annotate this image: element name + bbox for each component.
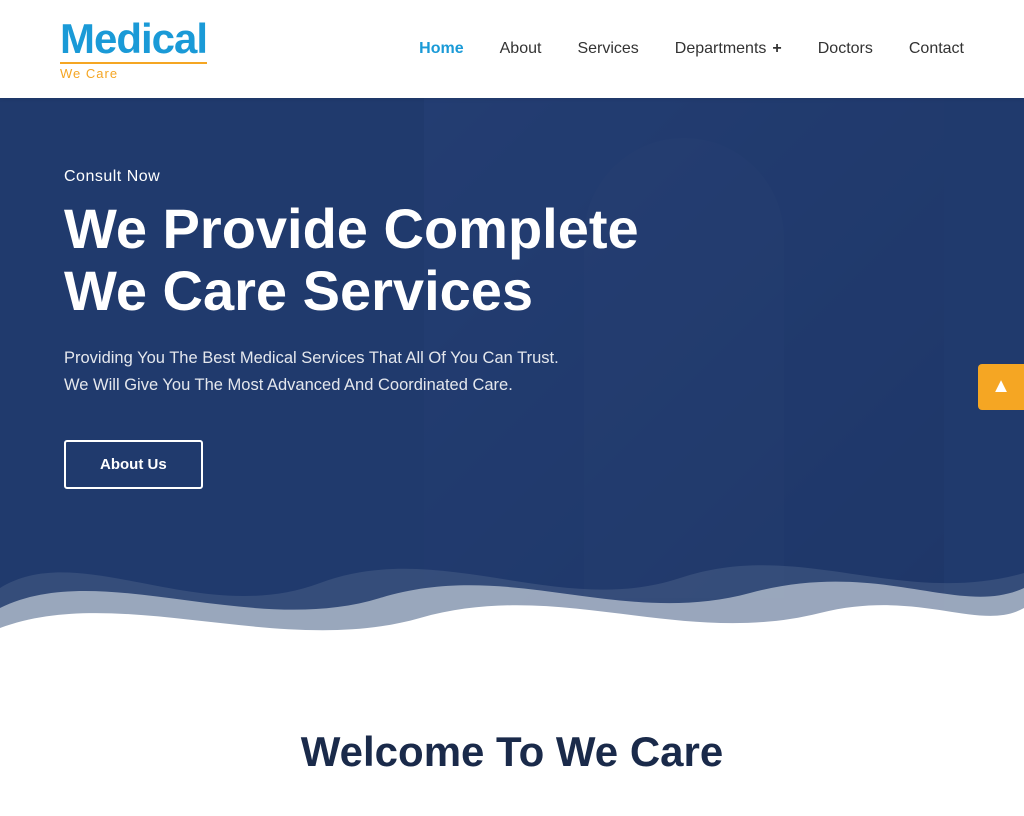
logo-text: Medical: [60, 18, 207, 60]
welcome-title: Welcome To We Care: [60, 728, 964, 776]
hero-title-line2: We Care Services: [64, 259, 533, 322]
hero-title-line1: We Provide Complete: [64, 197, 639, 260]
hero-subtitle: Providing You The Best Medical Services …: [64, 345, 644, 399]
logo-tagline: We Care: [60, 62, 207, 81]
nav-departments-plus-icon: +: [772, 40, 781, 58]
main-nav: Home About Services Departments + Doctor…: [419, 40, 964, 58]
nav-item-about[interactable]: About: [500, 40, 542, 58]
hero-content: Consult Now We Provide Complete We Care …: [0, 98, 700, 489]
header: Medical We Care Home About Services Depa…: [0, 0, 1024, 98]
nav-item-doctors[interactable]: Doctors: [818, 40, 873, 58]
nav-item-home[interactable]: Home: [419, 40, 463, 58]
hero-wave: [0, 528, 1024, 668]
nav-item-departments[interactable]: Departments +: [675, 40, 782, 58]
logo[interactable]: Medical We Care: [60, 18, 207, 81]
nav-item-contact[interactable]: Contact: [909, 40, 964, 58]
floating-icon: ▲: [991, 375, 1011, 398]
hero-section: Consult Now We Provide Complete We Care …: [0, 98, 1024, 668]
welcome-section: Welcome To We Care: [0, 668, 1024, 816]
consult-label: Consult Now: [64, 168, 700, 186]
floating-action-button[interactable]: ▲: [978, 364, 1024, 410]
hero-title: We Provide Complete We Care Services: [64, 198, 700, 321]
nav-item-services[interactable]: Services: [577, 40, 638, 58]
about-us-button[interactable]: About Us: [64, 440, 203, 489]
nav-departments-label: Departments: [675, 40, 767, 58]
